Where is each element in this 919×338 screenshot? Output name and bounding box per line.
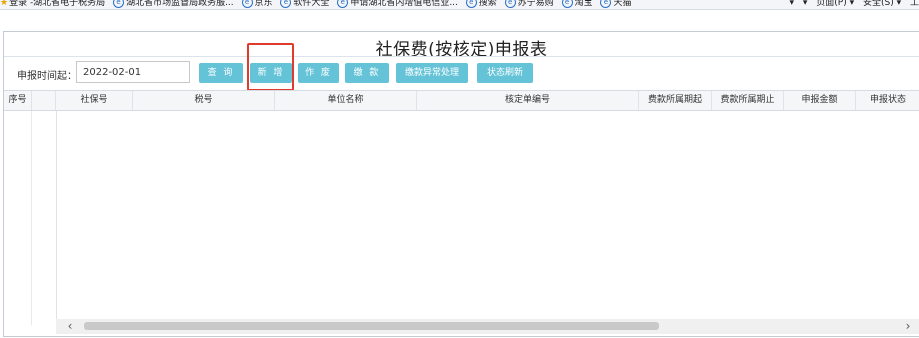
date-start-label: 申报时间起：: [17, 71, 77, 82]
grid-header: 序号 社保号 税号 单位名称 核定单编号 费款所属期起 费款所属期止 申报金额 …: [4, 90, 919, 111]
favorite-link-telecom[interactable]: e 申请湖北省内增值电信业...: [337, 0, 458, 8]
status-refresh-button[interactable]: 状态刷新: [477, 63, 533, 83]
scrollbar-thumb[interactable]: [84, 322, 659, 330]
browser-favorites-bar: ★登录 -湖北省电子税务局 e 湖北省市场监督局政务服... e 京东 e 软件大全 …: [0, 0, 919, 10]
ie-icon: e: [280, 0, 292, 8]
favorite-link-tmall[interactable]: e 天猫: [600, 0, 631, 8]
add-button-highlight: [247, 43, 294, 91]
horizontal-scrollbar[interactable]: ‹ ›: [56, 319, 919, 334]
favorite-link-software[interactable]: e 软件大全: [280, 0, 329, 8]
ie-icon: e: [337, 0, 349, 8]
feeds-dropdown[interactable]: ▾: [803, 0, 808, 8]
column-header-status[interactable]: 申报状态: [856, 91, 919, 110]
query-button[interactable]: 查 询: [199, 63, 243, 83]
column-header-period-end[interactable]: 费款所属期止: [712, 91, 784, 110]
favorite-link-market[interactable]: e 湖北省市场监督局政务服...: [113, 0, 234, 8]
star-icon: ★: [0, 0, 9, 8]
blank-area: [0, 10, 919, 30]
title-divider: [4, 56, 919, 57]
ie-icon: e: [600, 0, 612, 8]
ie-icon: e: [241, 0, 253, 8]
column-header-amount[interactable]: 申报金额: [784, 91, 856, 110]
ie-icon: e: [113, 0, 125, 8]
payment-exception-button[interactable]: 缴款异常处理: [396, 63, 468, 83]
ie-icon: e: [465, 0, 477, 8]
date-start-input[interactable]: [76, 61, 190, 83]
void-button[interactable]: 作 废: [298, 63, 339, 83]
browser-tools: ▾ ▾ 页面(P) ▾ 安全(S) ▾ 工: [783, 0, 919, 8]
favorite-link-jd[interactable]: e 京东: [241, 0, 273, 8]
ie-icon: e: [504, 0, 516, 8]
favorites-list: ★登录 -湖北省电子税务局 e 湖北省市场监督局政务服... e 京东 e 软件大全 …: [0, 0, 636, 8]
safety-menu[interactable]: 安全(S) ▾: [863, 0, 901, 8]
ie-icon: e: [561, 0, 573, 8]
column-header-period-start[interactable]: 费款所属期起: [639, 91, 712, 110]
scroll-left-icon[interactable]: ‹: [62, 319, 78, 334]
column-header-social-number[interactable]: 社保号: [56, 91, 133, 110]
column-header-index[interactable]: 序号: [4, 91, 32, 110]
tools-menu[interactable]: 工: [910, 0, 919, 8]
scroll-right-icon[interactable]: ›: [900, 319, 916, 334]
pay-button[interactable]: 缴 款: [345, 63, 389, 83]
favorite-link-search[interactable]: e 搜索: [465, 0, 497, 8]
favorite-link-suning[interactable]: e 苏宁易购: [504, 0, 554, 8]
column-header-tax-number[interactable]: 税号: [133, 91, 275, 110]
page-menu[interactable]: 页面(P) ▾: [816, 0, 854, 8]
declaration-panel: 社保费(按核定)申报表 申报时间起： 查 询 新 增 作 废 缴 款 缴款异常处…: [3, 31, 919, 337]
home-dropdown[interactable]: ▾: [789, 0, 794, 8]
row-number-divider: [31, 111, 32, 325]
favorite-link-taobao[interactable]: e 淘宝: [561, 0, 593, 8]
column-header-check: [32, 91, 56, 110]
column-header-assessment-number[interactable]: 核定单编号: [417, 91, 639, 110]
favorite-link-tax[interactable]: ★登录 -湖北省电子税务局: [0, 0, 105, 8]
column-header-company-name[interactable]: 单位名称: [275, 91, 417, 110]
grid-row-number-column: [4, 111, 57, 325]
